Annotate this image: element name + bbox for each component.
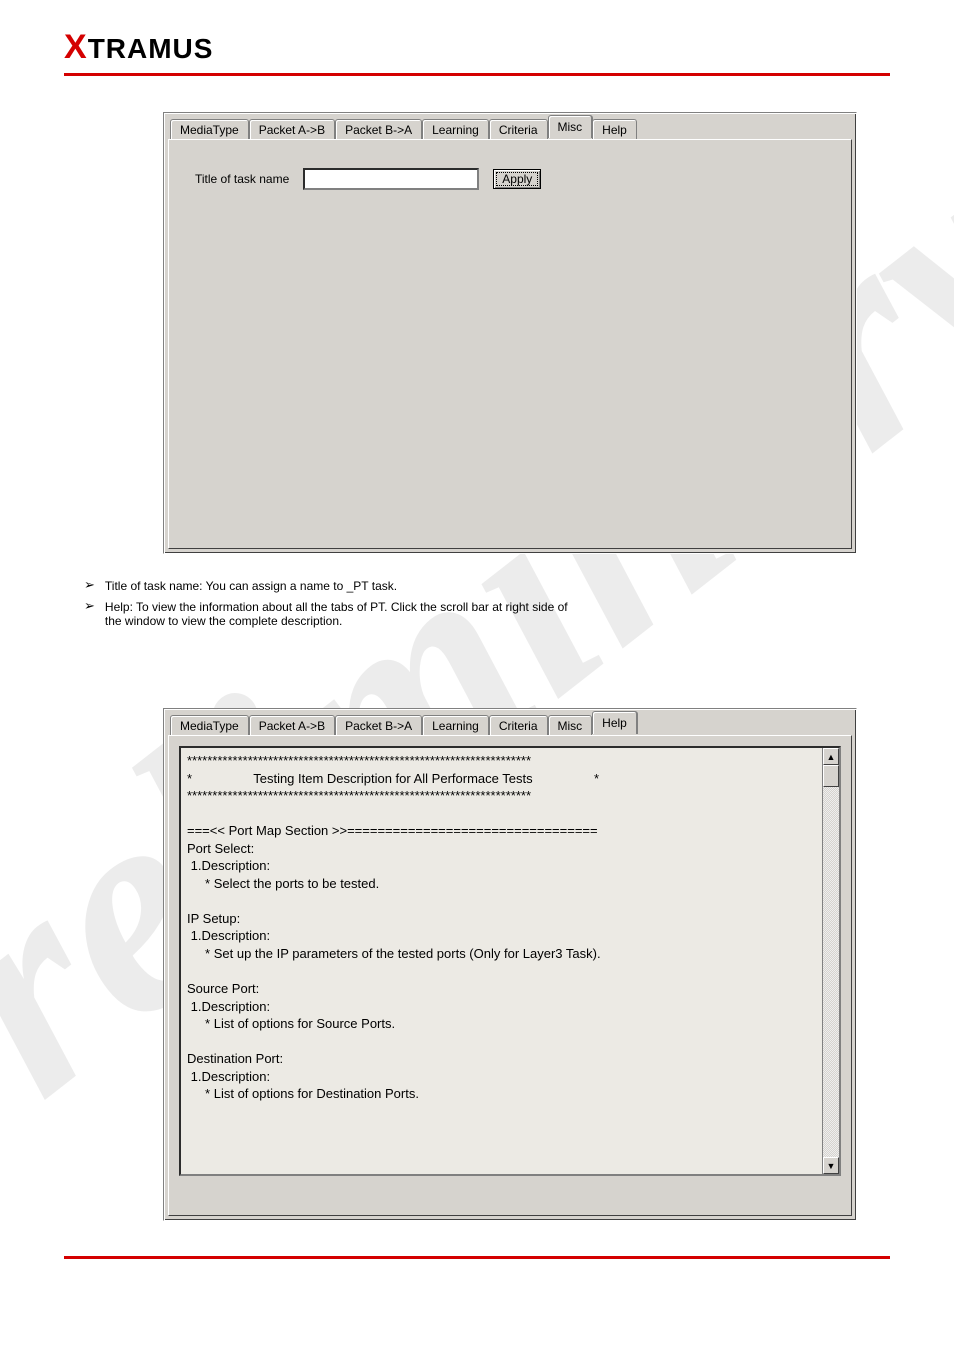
footer-rule bbox=[64, 1256, 890, 1259]
tab-packet-a-b[interactable]: Packet A->B bbox=[249, 119, 335, 140]
tab-misc[interactable]: Misc bbox=[548, 715, 593, 736]
misc-tabstrip: MediaType Packet A->B Packet B->A Learni… bbox=[164, 113, 856, 139]
tab-packet-a-b[interactable]: Packet A->B bbox=[249, 715, 335, 736]
tab-packet-b-a[interactable]: Packet B->A bbox=[335, 119, 422, 140]
tab-criteria[interactable]: Criteria bbox=[489, 715, 548, 736]
brand-logo: XTRAMUS bbox=[0, 0, 954, 67]
scroll-down-button[interactable]: ▼ bbox=[823, 1157, 839, 1174]
help-text-container: ****************************************… bbox=[179, 746, 841, 1176]
doc-bullets: ➢ Title of task name: You can assign a n… bbox=[84, 578, 874, 634]
logo-prefix: X bbox=[64, 28, 88, 66]
bullet-icon: ➢ bbox=[84, 578, 95, 591]
help-text: ****************************************… bbox=[181, 748, 822, 1174]
help-panel: MediaType Packet A->B Packet B->A Learni… bbox=[163, 708, 857, 1221]
tab-learning[interactable]: Learning bbox=[422, 715, 489, 736]
misc-tab-body: Title of task name Apply bbox=[168, 139, 852, 549]
tab-help[interactable]: Help bbox=[592, 119, 637, 140]
tab-criteria[interactable]: Criteria bbox=[489, 119, 548, 140]
logo-rest: TRAMUS bbox=[88, 33, 214, 64]
bullet-text-1: Title of task name: You can assign a nam… bbox=[105, 578, 397, 593]
apply-button[interactable]: Apply bbox=[493, 169, 541, 189]
scroll-up-button[interactable]: ▲ bbox=[823, 748, 839, 765]
task-name-input[interactable] bbox=[303, 168, 479, 190]
bullet-icon: ➢ bbox=[84, 599, 95, 612]
tab-learning[interactable]: Learning bbox=[422, 119, 489, 140]
help-scrollbar[interactable]: ▲ ▼ bbox=[822, 748, 839, 1174]
tab-packet-b-a[interactable]: Packet B->A bbox=[335, 715, 422, 736]
help-tab-body: ****************************************… bbox=[168, 735, 852, 1216]
tab-mediatype[interactable]: MediaType bbox=[170, 715, 249, 736]
header-rule bbox=[64, 73, 890, 76]
misc-panel: MediaType Packet A->B Packet B->A Learni… bbox=[163, 112, 857, 554]
scroll-track[interactable] bbox=[823, 765, 839, 1157]
bullet-text-2: Help: To view the information about all … bbox=[105, 599, 568, 628]
tab-mediatype[interactable]: MediaType bbox=[170, 119, 249, 140]
help-tabstrip: MediaType Packet A->B Packet B->A Learni… bbox=[164, 709, 856, 735]
scroll-thumb[interactable] bbox=[823, 765, 839, 787]
task-name-label: Title of task name bbox=[195, 172, 289, 186]
tab-misc[interactable]: Misc bbox=[548, 115, 593, 138]
tab-help[interactable]: Help bbox=[592, 711, 637, 734]
